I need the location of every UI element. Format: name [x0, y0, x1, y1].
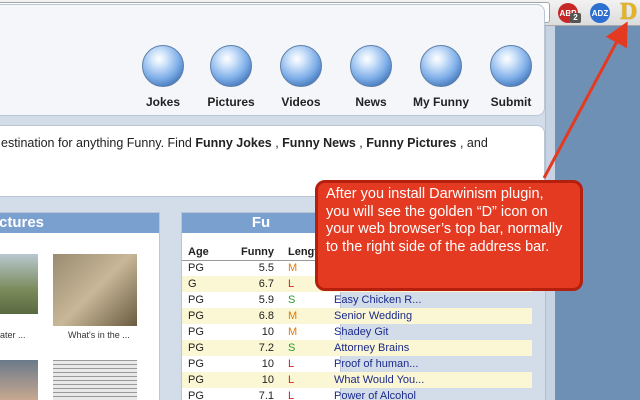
annotation-callout: After you install Darwinism plugin, you …: [315, 180, 583, 291]
arrow-line: [542, 21, 628, 179]
